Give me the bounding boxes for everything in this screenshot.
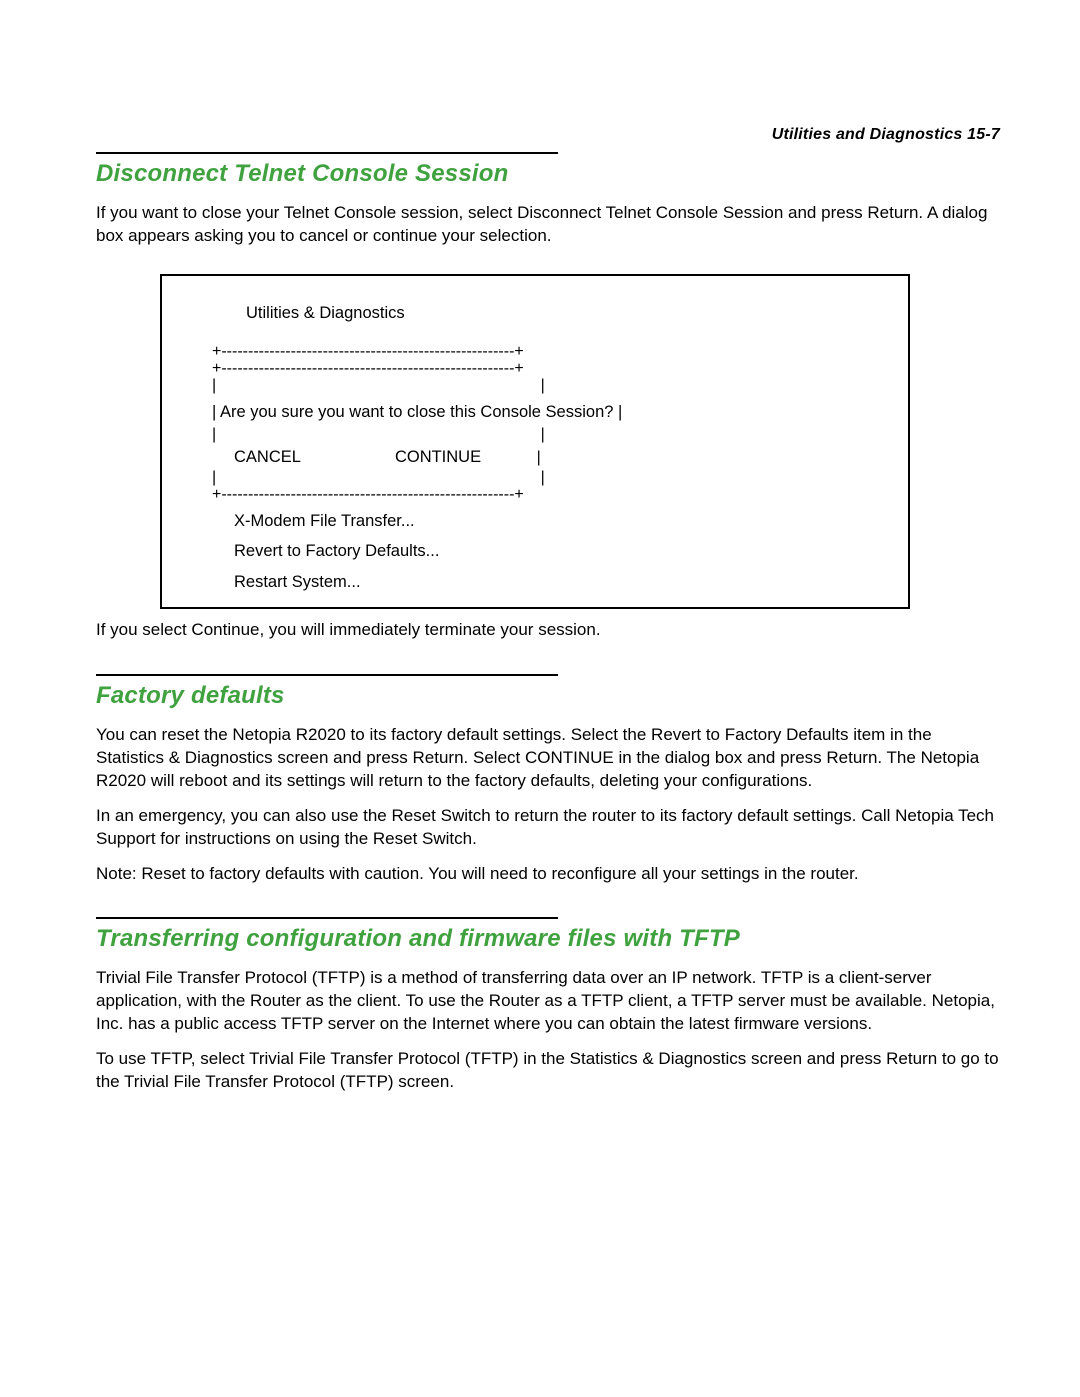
paragraph: In an emergency, you can also use the Re… [96,805,1000,851]
ascii-border: +---------------------------------------… [212,361,888,378]
ascii-border: | | [212,378,888,395]
menu-item-revert[interactable]: Revert to Factory Defaults... [234,538,888,564]
paragraph: Trivial File Transfer Protocol (TFTP) is… [96,967,1000,1036]
menu-item-restart[interactable]: Restart System... [234,569,888,595]
section-rule [96,917,558,919]
paragraph: If you select Continue, you will immedia… [96,619,1000,642]
terminal-screenshot: Utilities & Diagnostics +---------------… [160,274,910,609]
ascii-border: | [501,450,541,467]
cancel-button[interactable]: CANCEL [234,444,301,470]
heading-disconnect: Disconnect Telnet Console Session [96,160,1000,188]
paragraph: You can reset the Netopia R2020 to its f… [96,724,1000,793]
paragraph: To use TFTP, select Trivial File Transfe… [96,1048,1000,1094]
continue-button[interactable]: CONTINUE [395,444,481,470]
running-header: Utilities and Diagnostics 15-7 [772,126,1000,144]
heading-factory-defaults: Factory defaults [96,682,1000,710]
ascii-border: | | [212,427,888,444]
section-rule [96,674,558,676]
ascii-border: +---------------------------------------… [212,487,888,504]
dialog-prompt: | Are you sure you want to close this Co… [212,399,888,425]
paragraph: Note: Reset to factory defaults with cau… [96,863,1000,886]
ascii-border: +---------------------------------------… [212,344,888,361]
paragraph: If you want to close your Telnet Console… [96,202,1000,248]
page: Utilities and Diagnostics 15-7 Disconnec… [0,0,1080,1397]
menu-item-xmodem[interactable]: X-Modem File Transfer... [234,508,888,534]
heading-tftp: Transferring configuration and firmware … [96,925,1000,953]
ascii-border: | | [212,470,888,487]
terminal-title: Utilities & Diagnostics [246,300,888,326]
section-rule [96,152,558,154]
